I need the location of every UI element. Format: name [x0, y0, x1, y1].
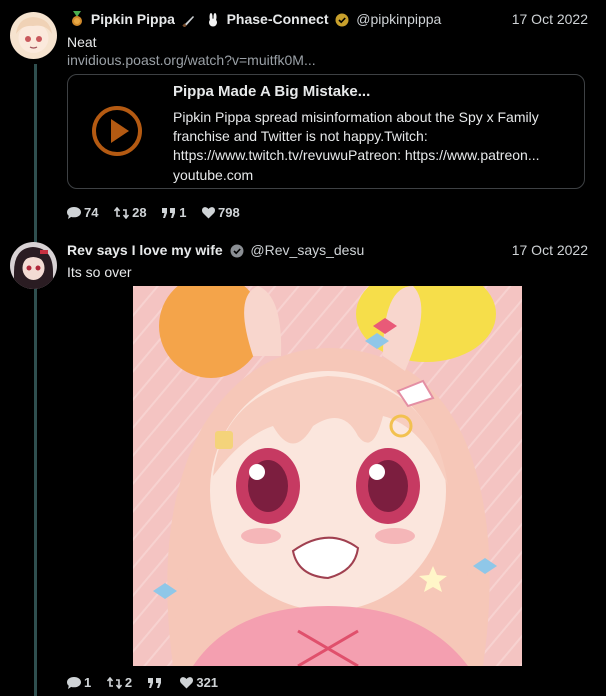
quote-stat[interactable]: 1: [162, 205, 186, 220]
quote-count: 1: [179, 205, 187, 220]
retweet-stat[interactable]: 2: [106, 675, 133, 690]
tweet-date[interactable]: 17 Oct 2022: [512, 9, 588, 29]
quote-icon: [162, 208, 176, 218]
tweet-header: Rev says I love my wife @Rev_says_desu 1…: [67, 240, 588, 260]
author-handle[interactable]: @pipkinpippa: [356, 11, 441, 27]
like-icon: [202, 207, 216, 219]
retweet-icon: [106, 676, 122, 690]
verified-badge-icon: [335, 12, 349, 32]
retweet-icon: [113, 206, 130, 220]
like-stat[interactable]: 321: [180, 675, 218, 690]
retweet-stat[interactable]: 28: [113, 205, 147, 220]
author-name[interactable]: Pipkin Pippa: [91, 11, 175, 27]
play-icon[interactable]: [92, 106, 142, 156]
reply-stat[interactable]: 1: [67, 675, 91, 690]
avatar[interactable]: [10, 12, 57, 59]
tweet-text: Neat: [67, 34, 97, 50]
retweet-count: 2: [124, 675, 133, 690]
medal-icon: [70, 11, 84, 32]
card-domain: youtube.com: [173, 167, 254, 183]
author-name-suffix[interactable]: Phase-Connect: [227, 11, 329, 27]
rabbit-icon: [206, 12, 220, 32]
card-description: Pipkin Pippa spread misinformation about…: [173, 109, 540, 163]
reply-count: 1: [84, 675, 92, 690]
author-name[interactable]: Rev says I love my wife: [67, 242, 223, 258]
tweet-stats: 1 2 321: [67, 675, 230, 690]
tweet-stats: 74 28 1 798: [67, 205, 252, 220]
like-stat[interactable]: 798: [202, 205, 240, 220]
tweet-text: Its so over: [67, 264, 132, 280]
tweet-1: Pipkin Pippa Phase-Connect @pipkinpippa …: [0, 0, 606, 230]
retweet-count: 28: [132, 205, 147, 220]
author-handle[interactable]: @Rev_says_desu: [250, 242, 364, 258]
reply-icon: [67, 677, 81, 689]
like-icon: [180, 677, 194, 689]
link-card[interactable]: Pippa Made A Big Mistake... Pipkin Pippa…: [67, 74, 585, 189]
reply-stat[interactable]: 74: [67, 205, 98, 220]
tweet-media-image[interactable]: [133, 286, 522, 666]
avatar[interactable]: [10, 242, 57, 289]
reply-icon: [67, 207, 81, 219]
quote-stat[interactable]: [147, 675, 165, 690]
tweet-link[interactable]: invidious.poast.org/watch?v=muitfk0M...: [67, 51, 316, 69]
like-count: 321: [196, 675, 219, 690]
card-title[interactable]: Pippa Made A Big Mistake...: [173, 83, 370, 100]
tweet-header: Pipkin Pippa Phase-Connect @pipkinpippa …: [67, 9, 588, 29]
like-count: 798: [218, 205, 240, 220]
tweet-date[interactable]: 17 Oct 2022: [512, 240, 588, 260]
reply-count: 74: [84, 205, 99, 220]
verified-badge-icon: [230, 243, 244, 263]
knife-icon: [182, 12, 196, 32]
quote-icon: [147, 678, 161, 688]
